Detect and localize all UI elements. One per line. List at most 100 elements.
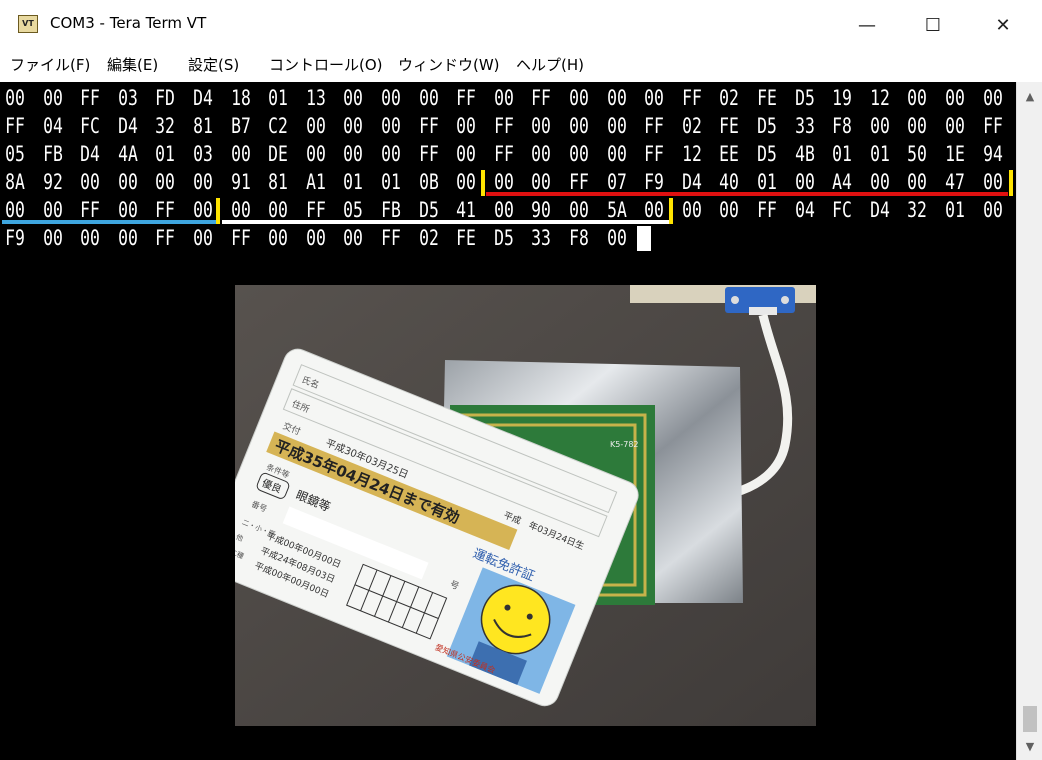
hex-byte: 00 [381, 142, 401, 166]
hex-byte: EE [719, 142, 740, 166]
hex-byte: 00 [982, 86, 1003, 110]
hex-byte: 32 [155, 114, 176, 138]
hex-byte: 32 [907, 198, 928, 222]
hex-byte: 00 [343, 142, 364, 166]
hex-byte: FF [644, 142, 665, 166]
hex-byte: FF [982, 114, 1003, 138]
hex-byte: 01 [155, 142, 176, 166]
hex-byte: 00 [343, 86, 364, 110]
yellow-marker [669, 198, 673, 224]
embedded-photo: K5-782 氏名 住所 交付 平成30年03月25日 平成35年04月24日ま… [235, 285, 816, 726]
hex-byte: 05 [5, 142, 25, 166]
hex-byte: 01 [268, 86, 289, 110]
menu-help[interactable]: ヘルプ(H) [516, 54, 584, 75]
hex-byte: 00 [982, 198, 1003, 222]
hex-byte: D4 [80, 142, 101, 166]
hex-byte: 19 [832, 86, 853, 110]
hex-byte: FF [456, 86, 477, 110]
hex-byte: D5 [794, 86, 815, 110]
hex-byte: FF [418, 142, 439, 166]
hex-byte: 81 [268, 170, 289, 194]
hex-byte: FF [418, 114, 439, 138]
hex-byte: 02 [719, 86, 740, 110]
hex-byte: 03 [193, 142, 213, 166]
hex-byte: 00 [305, 142, 326, 166]
hex-byte: DE [268, 142, 289, 166]
yellow-marker [216, 198, 220, 224]
menu-setup[interactable]: 設定(S) [188, 54, 239, 75]
vertical-scrollbar[interactable]: ▲ ▼ [1016, 82, 1042, 760]
hex-byte: F9 [5, 226, 25, 250]
hex-byte: 00 [606, 114, 627, 138]
menu-window[interactable]: ウィンドウ(W) [398, 54, 500, 75]
scroll-up-button[interactable]: ▲ [1017, 84, 1042, 108]
hex-byte: FF [531, 86, 552, 110]
hex-byte: A1 [305, 170, 326, 194]
hex-byte: 91 [230, 170, 251, 194]
white-underline [222, 220, 670, 224]
hex-byte: 00 [719, 198, 740, 222]
hex-byte: 4A [117, 142, 138, 166]
hex-byte: 33 [531, 226, 552, 250]
hex-byte: 81 [193, 114, 213, 138]
hex-byte: 4B [794, 142, 815, 166]
hex-byte: 00 [907, 114, 928, 138]
hex-byte: D5 [757, 142, 777, 166]
hex-byte: 00 [456, 114, 477, 138]
hex-byte: FE [456, 226, 477, 250]
hex-byte: 8A [5, 170, 25, 194]
tera-term-app-icon[interactable]: VT [18, 15, 38, 33]
hex-byte: 01 [832, 142, 853, 166]
hex-byte: 33 [794, 114, 815, 138]
hex-byte: FF [155, 226, 176, 250]
text-cursor [637, 226, 651, 251]
close-button[interactable]: ✕ [968, 0, 1038, 50]
hex-byte: 00 [5, 86, 25, 110]
hex-byte: 04 [42, 114, 63, 138]
hex-byte: 00 [569, 142, 589, 166]
hex-byte: 04 [794, 198, 815, 222]
hex-byte: 00 [945, 86, 965, 110]
hex-byte: D5 [757, 114, 777, 138]
hex-byte: 13 [305, 86, 326, 110]
hex-byte: 00 [343, 226, 364, 250]
hex-byte: 00 [230, 142, 251, 166]
hex-byte: 02 [418, 226, 439, 250]
blue-underline [2, 220, 216, 224]
hex-byte: 00 [456, 142, 477, 166]
hex-byte: FE [719, 114, 740, 138]
title-bar[interactable]: VT COM3 - Tera Term VT — ☐ ✕ [0, 0, 1042, 50]
hex-byte: 1E [945, 142, 965, 166]
menu-edit[interactable]: 編集(E) [107, 54, 158, 75]
minimize-button[interactable]: — [832, 0, 902, 50]
hex-byte: FB [42, 142, 63, 166]
scroll-down-button[interactable]: ▼ [1017, 734, 1042, 758]
maximize-button[interactable]: ☐ [898, 0, 968, 50]
chevron-down-icon: ▼ [1025, 739, 1035, 753]
scrollbar-thumb[interactable] [1023, 706, 1037, 732]
hex-byte: 00 [569, 114, 589, 138]
hex-byte: D4 [193, 86, 213, 110]
hex-byte: C2 [268, 114, 289, 138]
board-label: K5-782 [610, 440, 639, 449]
menu-bar: ファイル(F) 編集(E) 設定(S) コントロール(O) ウィンドウ(W) ヘ… [0, 50, 1042, 80]
hex-byte: 00 [42, 226, 63, 250]
red-underline [486, 192, 1008, 196]
hex-byte: FF [493, 114, 514, 138]
terminal-screen[interactable]: 00 00 FF 03 FD D4 18 01 13 00 00 00 FF 00 FF 00 00 00 FF 02… [0, 82, 1016, 760]
hex-byte: 00 [456, 170, 477, 194]
hex-byte: 00 [681, 198, 702, 222]
hex-byte: 00 [381, 114, 401, 138]
hex-byte: 12 [681, 142, 702, 166]
hex-byte: FF [493, 142, 514, 166]
yellow-marker [481, 170, 485, 196]
hex-byte: 00 [606, 226, 627, 250]
menu-control[interactable]: コントロール(O) [269, 54, 383, 75]
hex-byte: 12 [869, 86, 890, 110]
hex-byte: FF [644, 114, 665, 138]
menu-file[interactable]: ファイル(F) [10, 54, 90, 75]
hex-byte: 00 [606, 142, 627, 166]
hex-byte: F8 [832, 114, 853, 138]
hex-byte: 01 [343, 170, 364, 194]
hex-byte: 00 [117, 170, 138, 194]
